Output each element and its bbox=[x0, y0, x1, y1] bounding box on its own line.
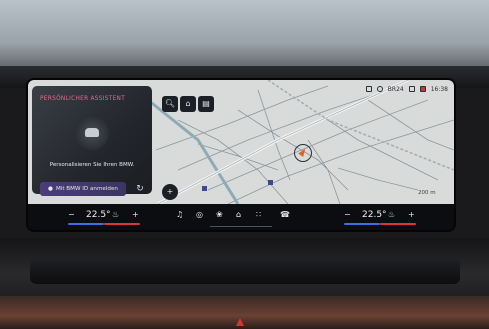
infotainment-screen: BR24 16:38 PERSÖNLICHER ASSISTENT Person… bbox=[28, 80, 454, 230]
right-temp-hot-bar bbox=[380, 223, 416, 225]
card-description: Personalisieren Sie Ihren BMW. bbox=[49, 162, 135, 168]
clock: 16:38 bbox=[430, 85, 448, 93]
bluetooth-icon bbox=[376, 86, 383, 92]
left-temp-hot-bar bbox=[104, 223, 140, 225]
left-temp-minus-button[interactable]: − bbox=[68, 210, 75, 220]
media-icon[interactable]: ♫ bbox=[176, 210, 183, 220]
right-temperature[interactable]: 22.5° bbox=[362, 210, 387, 220]
climate-bar: − 22.5° ♨ + ♫ ◎ ❀ ⌂ ∷ ☎ − 22.5° ♨ + bbox=[28, 204, 454, 230]
notification-icon bbox=[419, 86, 426, 92]
search-icon[interactable]: 🔍︎ bbox=[162, 96, 178, 112]
seat-heating-icon[interactable]: ♨ bbox=[112, 210, 119, 220]
car-interior-scene: BR24 16:38 PERSÖNLICHER ASSISTENT Person… bbox=[0, 0, 489, 329]
right-seat-heating-icon[interactable]: ♨ bbox=[388, 210, 395, 220]
login-button-label: Mit BMW ID anmelden bbox=[55, 186, 118, 192]
interior-trim bbox=[0, 296, 489, 329]
map-scale: 200 m bbox=[418, 190, 436, 196]
status-bar: BR24 16:38 bbox=[365, 84, 448, 94]
left-temp-cold-bar bbox=[68, 223, 104, 225]
radio-station: BR24 bbox=[387, 85, 404, 93]
air-vent bbox=[30, 258, 460, 284]
destination-icon[interactable]: ⌂ bbox=[180, 96, 196, 112]
fan-icon[interactable]: ❀ bbox=[216, 210, 223, 220]
vehicle-position-icon bbox=[294, 144, 312, 162]
card-title: PERSÖNLICHER ASSISTENT bbox=[40, 96, 126, 102]
phone-icon bbox=[365, 86, 372, 92]
address-book-icon[interactable]: ▤ bbox=[198, 96, 214, 112]
user-icon: ● bbox=[48, 186, 53, 192]
personal-assistant-card[interactable]: PERSÖNLICHER ASSISTENT Personalisieren S… bbox=[32, 86, 152, 196]
home-indicator bbox=[210, 226, 272, 227]
phone-call-icon[interactable]: ☎ bbox=[280, 210, 290, 220]
right-temp-cold-bar bbox=[344, 223, 380, 225]
car-avatar-icon bbox=[75, 116, 109, 150]
left-temp-plus-button[interactable]: + bbox=[132, 210, 139, 220]
apps-icon[interactable]: ∷ bbox=[256, 210, 261, 220]
refresh-icon[interactable]: ↻ bbox=[134, 183, 146, 195]
home-icon[interactable]: ⌂ bbox=[236, 210, 241, 220]
right-temp-plus-button[interactable]: + bbox=[408, 210, 415, 220]
steering-heat-icon[interactable]: ◎ bbox=[196, 210, 203, 220]
bmw-id-login-button[interactable]: ● Mit BMW ID anmelden bbox=[40, 182, 126, 196]
left-temperature[interactable]: 22.5° bbox=[86, 210, 111, 220]
signal-icon bbox=[408, 86, 415, 92]
add-icon[interactable]: + bbox=[162, 184, 178, 200]
right-temp-minus-button[interactable]: − bbox=[344, 210, 351, 220]
